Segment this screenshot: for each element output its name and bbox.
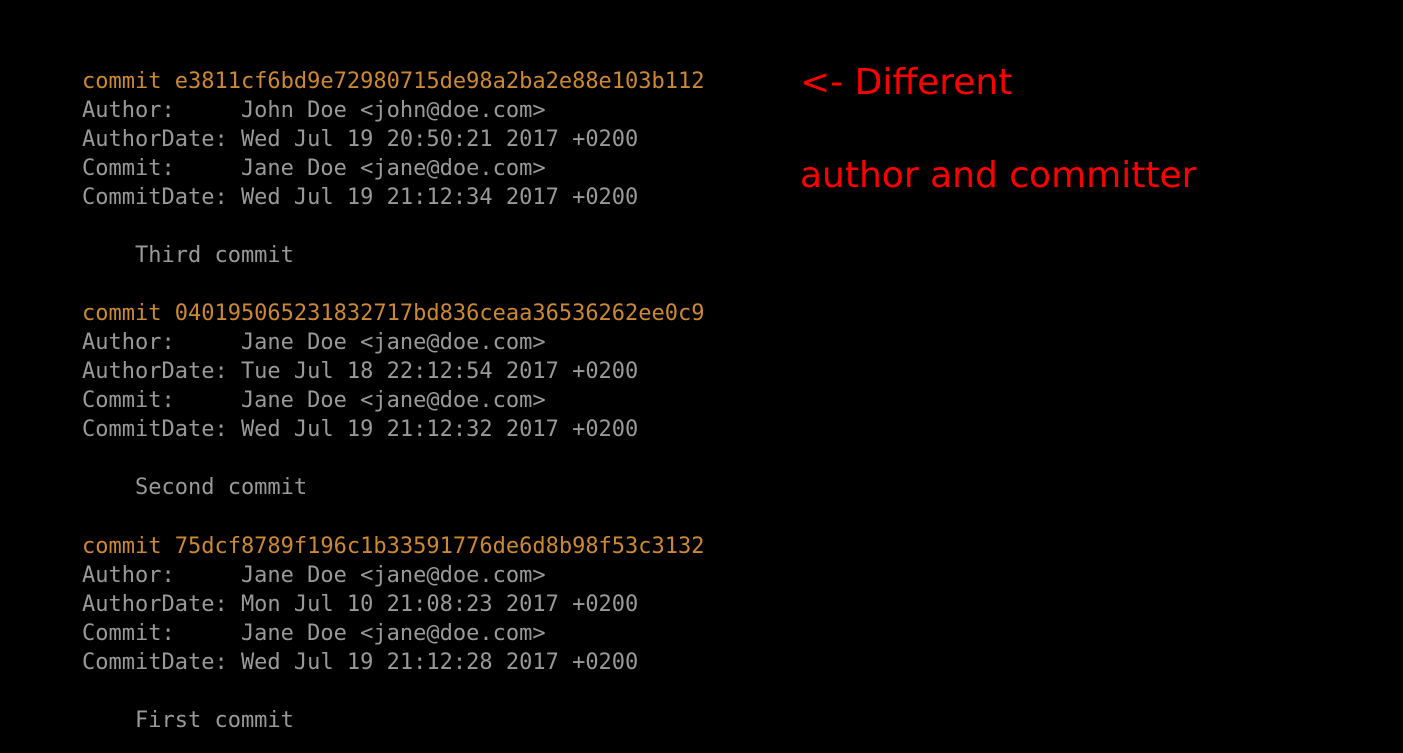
annotation-line-2: author and committer [800,149,1196,202]
committer-line: Commit: Jane Doe <jane@doe.com> [82,388,546,413]
annotation-line-1: <- Different [800,56,1196,109]
author-date-line: AuthorDate: Wed Jul 19 20:50:21 2017 +02… [82,127,638,152]
author-line: Author: Jane Doe <jane@doe.com> [82,563,546,588]
commit-date-line: CommitDate: Wed Jul 19 21:12:28 2017 +02… [82,650,638,675]
author-line: Author: Jane Doe <jane@doe.com> [82,330,546,355]
author-date-line: AuthorDate: Tue Jul 18 22:12:54 2017 +02… [82,359,638,384]
committer-line: Commit: Jane Doe <jane@doe.com> [82,156,546,181]
author-line: Author: John Doe <john@doe.com> [82,98,546,123]
annotation-callout: <- Different author and committer [800,56,1196,203]
commit-hash-line: commit e3811cf6bd9e72980715de98a2ba2e88e… [82,69,705,94]
committer-line: Commit: Jane Doe <jane@doe.com> [82,621,546,646]
commit-hash-line: commit 75dcf8789f196c1b33591776de6d8b98f… [82,534,705,559]
commit-date-line: CommitDate: Wed Jul 19 21:12:34 2017 +02… [82,185,638,210]
commit-hash-line: commit 040195065231832717bd836ceaa365362… [82,301,705,326]
commit-date-line: CommitDate: Wed Jul 19 21:12:32 2017 +02… [82,417,638,442]
commit-message: Third commit [82,243,294,268]
git-log-output: commit e3811cf6bd9e72980715de98a2ba2e88e… [82,38,705,735]
commit-message: Second commit [82,475,307,500]
commit-message: First commit [82,708,294,733]
author-date-line: AuthorDate: Mon Jul 10 21:08:23 2017 +02… [82,592,638,617]
